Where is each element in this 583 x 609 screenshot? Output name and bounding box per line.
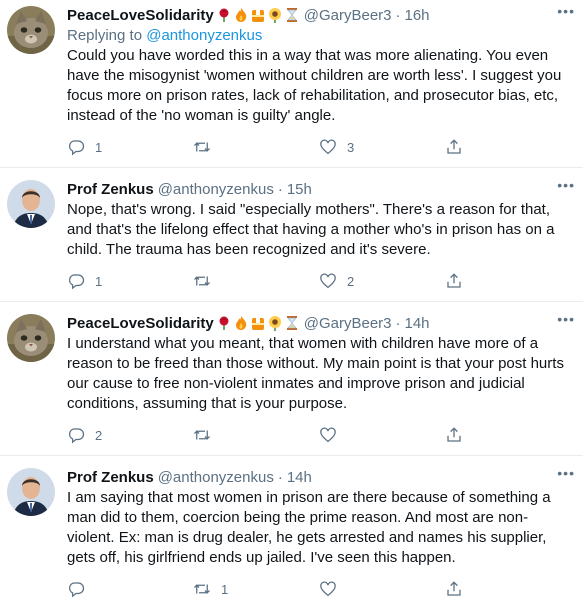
author-name[interactable]: Prof Zenkus [67, 181, 154, 198]
hourglass-emoji-icon [284, 315, 300, 331]
hourglass-emoji-icon [284, 7, 300, 23]
tweet-text: Nope, that's wrong. I said "especially m… [67, 201, 555, 258]
tweet-actions: 2 [67, 422, 571, 448]
construction-vest-emoji-icon [250, 315, 266, 331]
reply-count: 1 [95, 273, 103, 289]
like-count: 2 [347, 273, 355, 289]
reply-icon [68, 274, 85, 290]
retweet-button[interactable]: 1 [193, 580, 319, 598]
tweet-header: PeaceLoveSolidarity @GaryBeer3 · 14h [67, 312, 571, 334]
reply-button[interactable]: 2 [67, 426, 193, 444]
avatar[interactable] [7, 6, 55, 54]
like-button[interactable]: 3 [319, 138, 445, 156]
reply-count: 1 [95, 139, 103, 155]
like-button[interactable] [319, 426, 445, 444]
avatar[interactable] [7, 314, 55, 362]
share-button[interactable] [445, 426, 571, 444]
share-icon [447, 581, 461, 596]
share-icon [447, 273, 461, 288]
rose-emoji-icon [216, 7, 232, 23]
tweet-header: Prof Zenkus @anthonyzenkus · 15h [67, 178, 571, 200]
retweet-icon [194, 430, 210, 440]
author-handle[interactable]: @anthonyzenkus [158, 181, 274, 198]
heart-icon [320, 273, 336, 289]
tweet-actions: 1 3 [67, 134, 571, 160]
separator-dot: · [395, 6, 401, 24]
retweet-icon [194, 142, 210, 152]
share-button[interactable] [445, 272, 571, 290]
like-button[interactable] [319, 580, 445, 598]
ellipsis-icon[interactable]: ••• [557, 465, 575, 481]
timestamp[interactable]: 15h [287, 181, 312, 198]
ellipsis-icon[interactable]: ••• [557, 311, 575, 327]
heart-icon [320, 139, 336, 155]
retweet-icon [194, 276, 210, 286]
tweet[interactable]: PeaceLoveSolidarity @GaryBeer3 · 14h •••… [0, 301, 583, 455]
timestamp[interactable]: 16h [405, 7, 430, 24]
rose-emoji-icon [216, 315, 232, 331]
sunflower-emoji-icon [267, 315, 283, 331]
name-emojis [216, 7, 300, 23]
tweet-text: I understand what you meant, that women … [67, 335, 564, 412]
author-name[interactable]: Prof Zenkus [67, 469, 154, 486]
avatar[interactable] [7, 468, 55, 516]
retweet-icon [194, 584, 210, 594]
reply-button[interactable]: 1 [67, 272, 193, 290]
conversation-thread: PeaceLoveSolidarity @GaryBeer3 · 16h •••… [0, 0, 583, 609]
reply-icon [68, 582, 85, 598]
share-icon [447, 139, 461, 154]
heart-icon [320, 427, 336, 443]
tweet-actions: 1 2 [67, 268, 571, 294]
separator-dot: · [277, 180, 283, 198]
retweet-button[interactable] [193, 138, 319, 156]
retweet-count: 1 [221, 581, 229, 597]
retweet-button[interactable] [193, 272, 319, 290]
man-avatar-icon [7, 468, 55, 516]
author-handle[interactable]: @GaryBeer3 [304, 315, 392, 332]
author-name[interactable]: PeaceLoveSolidarity [67, 7, 214, 24]
share-button[interactable] [445, 138, 571, 156]
reply-count: 2 [95, 427, 103, 443]
like-button[interactable]: 2 [319, 272, 445, 290]
timestamp[interactable]: 14h [287, 469, 312, 486]
replying-to: Replying to @anthonyzenkus [67, 26, 571, 46]
reply-icon [68, 428, 85, 444]
fire-emoji-icon [233, 315, 249, 331]
avatar[interactable] [7, 180, 55, 228]
man-avatar-icon [7, 180, 55, 228]
separator-dot: · [277, 468, 283, 486]
author-handle[interactable]: @GaryBeer3 [304, 7, 392, 24]
reply-button[interactable]: 1 [67, 138, 193, 156]
reply-button[interactable] [67, 580, 193, 598]
author-name[interactable]: PeaceLoveSolidarity [67, 315, 214, 332]
name-emojis [216, 315, 300, 331]
like-count: 3 [347, 139, 355, 155]
tweet-actions: 1 [67, 576, 571, 602]
timestamp[interactable]: 14h [405, 315, 430, 332]
reply-icon [68, 140, 85, 156]
sunflower-emoji-icon [267, 7, 283, 23]
tweet[interactable]: Prof Zenkus @anthonyzenkus · 15h ••• Nop… [0, 167, 583, 301]
tweet[interactable]: Prof Zenkus @anthonyzenkus · 14h ••• I a… [0, 455, 583, 609]
cat-avatar-icon [7, 6, 55, 54]
tweet-header: Prof Zenkus @anthonyzenkus · 14h [67, 466, 571, 488]
ellipsis-icon[interactable]: ••• [557, 177, 575, 193]
share-icon [447, 427, 461, 442]
tweet[interactable]: PeaceLoveSolidarity @GaryBeer3 · 16h •••… [0, 0, 583, 167]
fire-emoji-icon [233, 7, 249, 23]
ellipsis-icon[interactable]: ••• [557, 3, 575, 19]
tweet-header: PeaceLoveSolidarity @GaryBeer3 · 16h [67, 4, 571, 26]
retweet-button[interactable] [193, 426, 319, 444]
construction-vest-emoji-icon [250, 7, 266, 23]
cat-avatar-icon [7, 314, 55, 362]
author-handle[interactable]: @anthonyzenkus [158, 469, 274, 486]
separator-dot: · [395, 314, 401, 332]
tweet-text: Could you have worded this in a way that… [67, 47, 562, 124]
replying-label: Replying to [67, 27, 143, 44]
share-button[interactable] [445, 580, 571, 598]
replying-mention-link[interactable]: @anthonyzenkus [146, 27, 262, 44]
tweet-text: I am saying that most women in prison ar… [67, 489, 551, 566]
heart-icon [320, 581, 336, 597]
